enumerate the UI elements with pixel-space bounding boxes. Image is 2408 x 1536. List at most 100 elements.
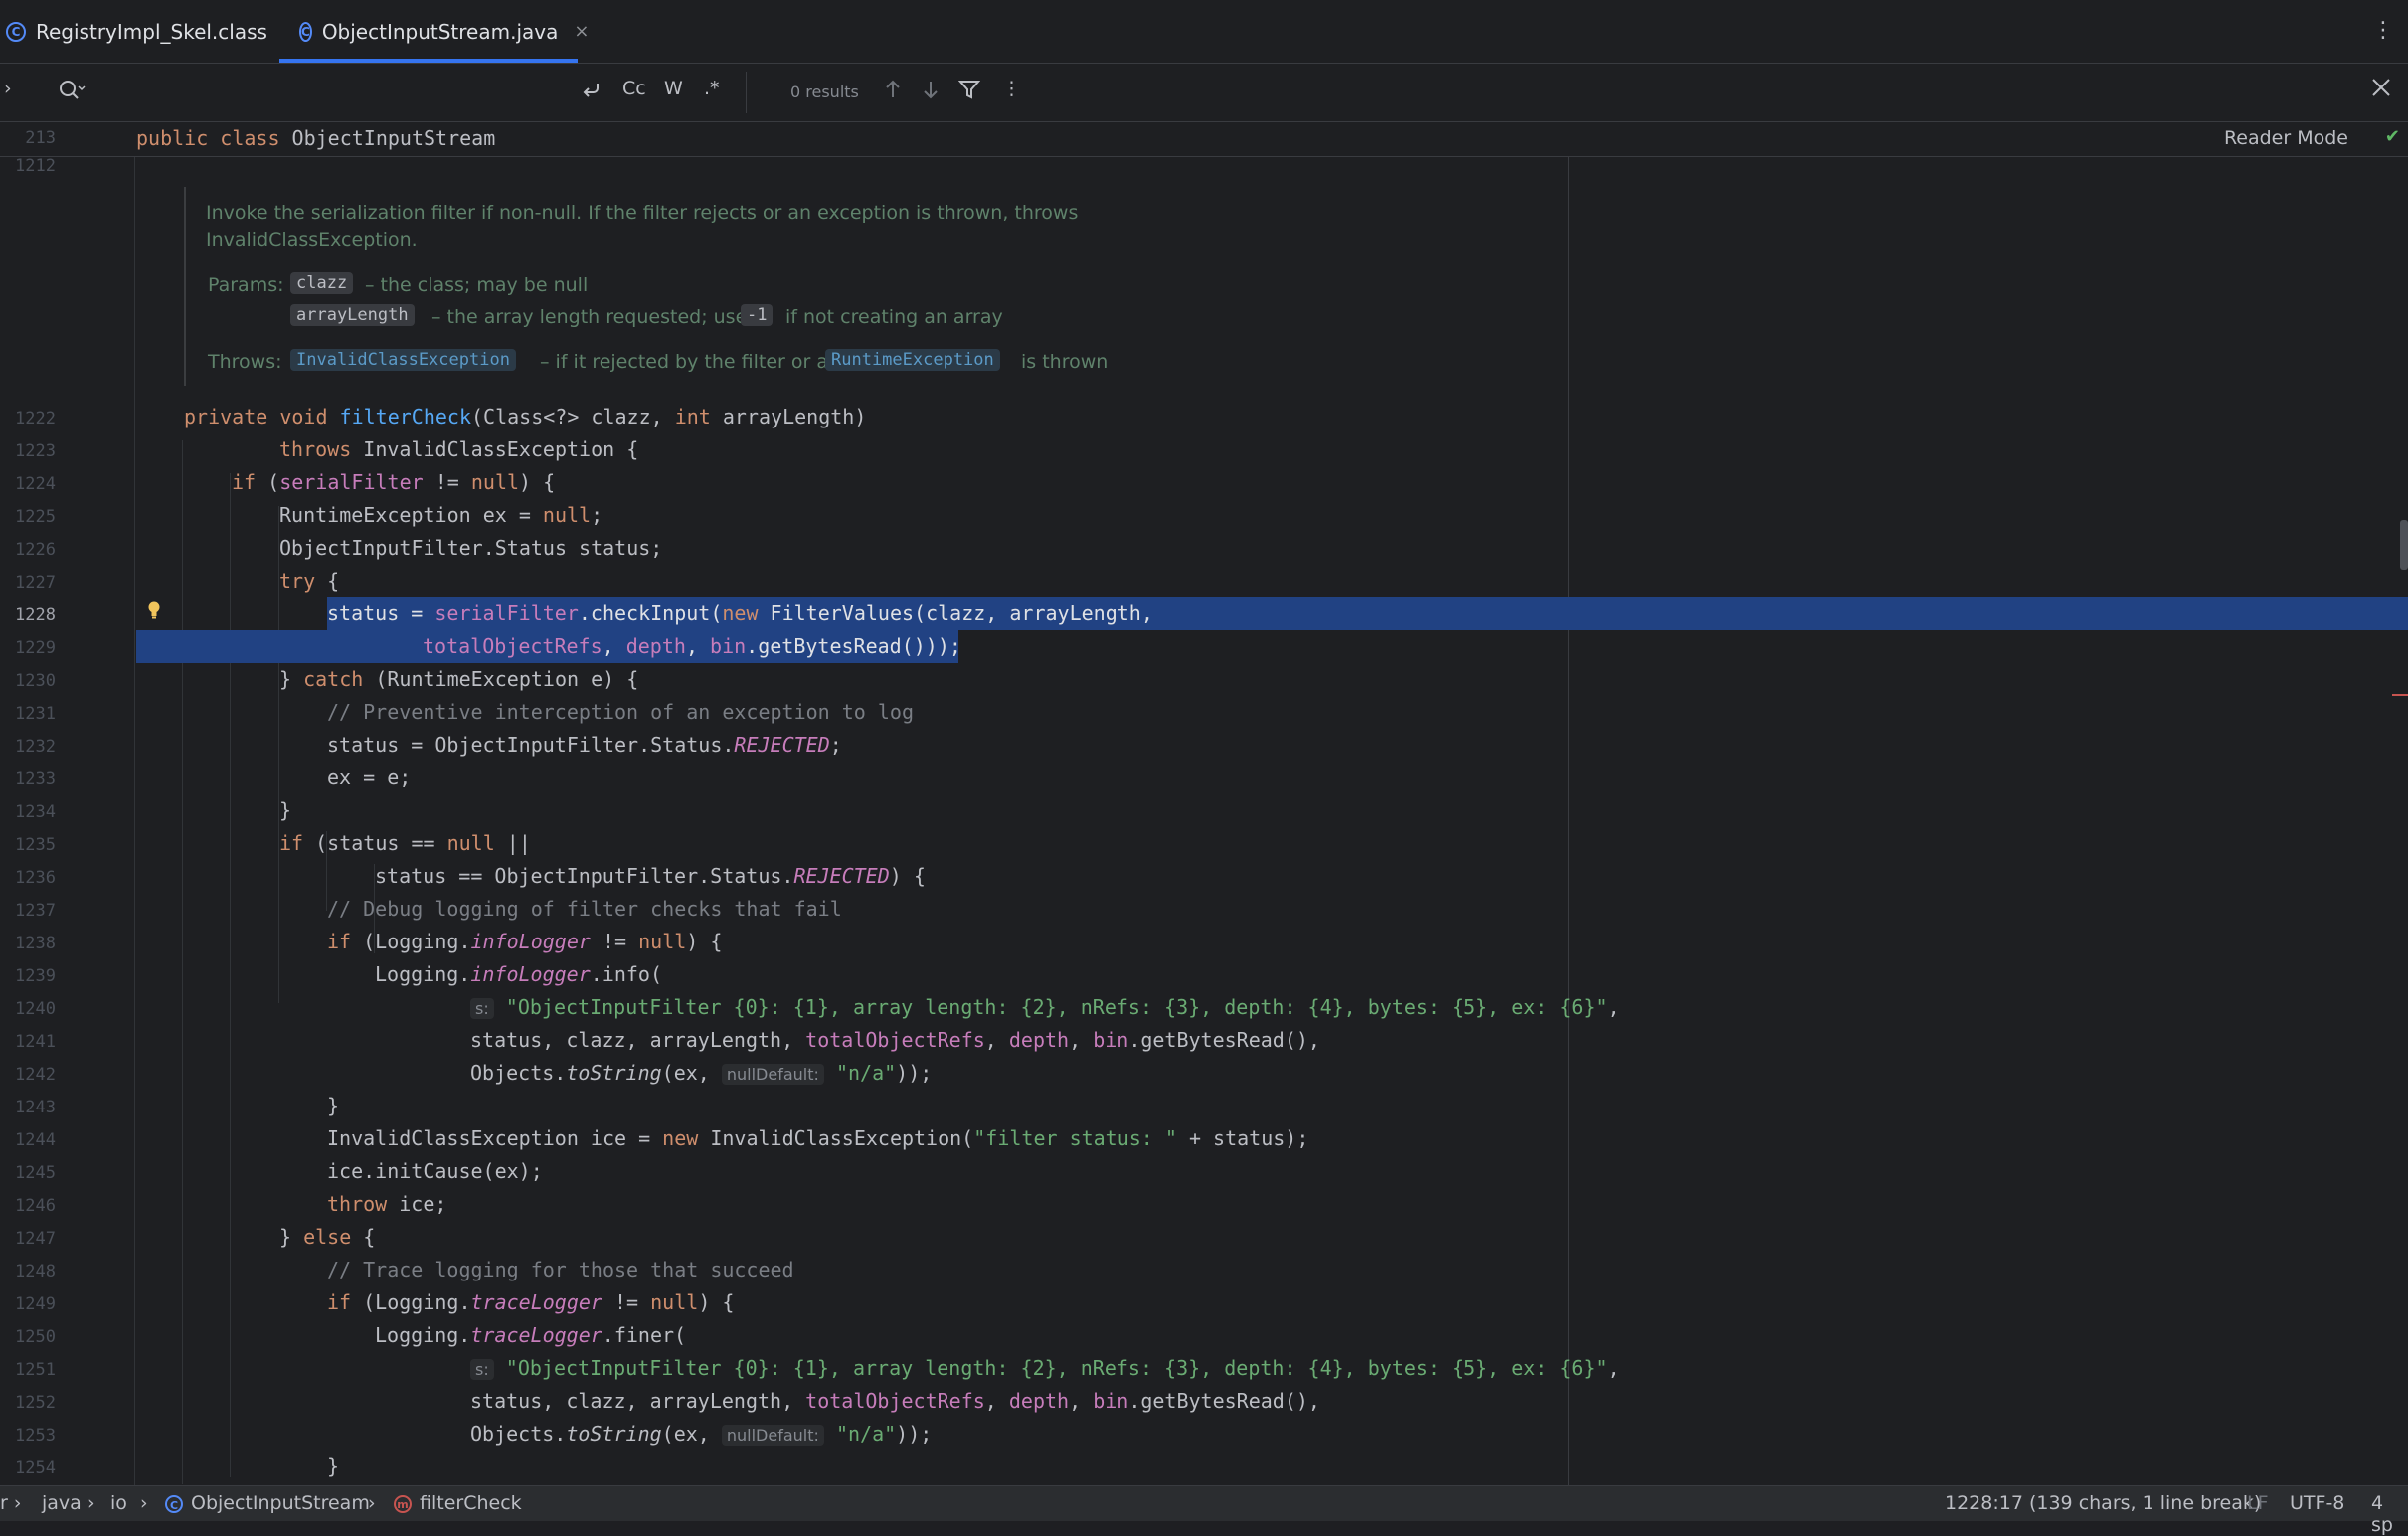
line-number[interactable]: 1254 xyxy=(0,1458,56,1478)
doc-param-name: clazz xyxy=(290,272,354,294)
indent-setting[interactable]: 4 sp xyxy=(2371,1492,2408,1536)
line-number[interactable]: 1239 xyxy=(0,966,56,986)
match-case-toggle[interactable]: Cc xyxy=(622,78,646,99)
breadcrumb-java[interactable]: java xyxy=(42,1492,82,1514)
line-number[interactable]: 1234 xyxy=(0,802,56,822)
tab-objectinputstream[interactable]: C ObjectInputStream.java × xyxy=(279,0,589,63)
code-line: if (status == null || xyxy=(279,831,531,855)
line-number[interactable]: 1236 xyxy=(0,868,56,888)
code-line: Logging.traceLogger.finer( xyxy=(375,1323,687,1347)
next-occurrence-icon[interactable] xyxy=(921,78,941,106)
line-number[interactable]: 1224 xyxy=(0,474,56,494)
code-editor[interactable]: 213 public class ObjectInputStream Reade… xyxy=(0,122,2408,1486)
line-number[interactable]: 1235 xyxy=(0,835,56,855)
lightbulb-icon[interactable] xyxy=(147,601,161,619)
line-number[interactable]: 1248 xyxy=(0,1262,56,1281)
sticky-header[interactable]: 213 public class ObjectInputStream Reade… xyxy=(0,122,2408,157)
line-number[interactable]: 1225 xyxy=(0,507,56,527)
sticky-code: public class ObjectInputStream xyxy=(136,122,495,155)
code-line: Objects.toString(ex, nullDefault: "n/a")… xyxy=(470,1061,933,1085)
param-hint: nullDefault: xyxy=(721,1425,824,1446)
code-line: status == ObjectInputFilter.Status.REJEC… xyxy=(375,864,926,888)
class-icon: C xyxy=(299,21,312,42)
class-name: ObjectInputStream xyxy=(291,126,496,150)
line-number[interactable]: 1231 xyxy=(0,704,56,724)
code-line: } xyxy=(327,1094,340,1117)
doc-link[interactable]: InvalidClassException xyxy=(290,349,516,371)
expand-icon[interactable]: › xyxy=(4,78,12,99)
keyword: public class xyxy=(136,126,292,150)
line-number[interactable]: 1241 xyxy=(0,1032,56,1052)
scrollbar-thumb[interactable] xyxy=(2400,520,2408,570)
code-line: // Trace logging for those that succeed xyxy=(327,1258,794,1281)
caret-position[interactable]: 1228:17 (139 chars, 1 line break) xyxy=(1945,1492,2261,1514)
code-line: } else { xyxy=(279,1225,376,1249)
doc-param-desc: if not creating an array xyxy=(785,306,1003,328)
code-line: throw ice; xyxy=(327,1192,447,1216)
indent-guide xyxy=(134,154,135,1486)
line-number[interactable]: 1244 xyxy=(0,1130,56,1150)
code-line: ice.initCause(ex); xyxy=(327,1159,543,1183)
code-line: throws InvalidClassException { xyxy=(279,437,639,461)
breadcrumb-io[interactable]: io xyxy=(110,1492,127,1514)
search-icon[interactable] xyxy=(58,79,86,107)
param-hint: s: xyxy=(470,1359,494,1380)
breadcrumb-class[interactable]: C ObjectInputStream xyxy=(165,1492,370,1514)
line-number[interactable]: 1253 xyxy=(0,1426,56,1446)
code-line: } catch (RuntimeException e) { xyxy=(279,667,639,691)
more-tabs-icon[interactable]: ⋮ xyxy=(2372,18,2394,43)
code-line: status = ObjectInputFilter.Status.REJECT… xyxy=(327,733,842,757)
line-number[interactable]: 1243 xyxy=(0,1098,56,1117)
error-stripe-mark[interactable] xyxy=(2392,694,2408,696)
code-line: // Preventive interception of an excepti… xyxy=(327,700,915,724)
breadcrumb-method[interactable]: m filterCheck xyxy=(394,1492,522,1514)
previous-occurrence-icon[interactable] xyxy=(883,78,903,106)
line-number[interactable]: 1228 xyxy=(0,605,56,625)
line-number[interactable]: 1251 xyxy=(0,1360,56,1380)
tab-label: ObjectInputStream.java xyxy=(321,19,559,44)
class-file-icon: C xyxy=(6,21,26,42)
line-number[interactable]: 1227 xyxy=(0,573,56,593)
line-number[interactable]: 1237 xyxy=(0,901,56,921)
close-tab-icon[interactable]: × xyxy=(574,21,589,42)
code-line: // Debug logging of filter checks that f… xyxy=(327,897,842,921)
line-number[interactable]: 1222 xyxy=(0,409,56,428)
code-line: private void filterCheck(Class<?> clazz,… xyxy=(184,405,867,428)
line-number[interactable]: 1233 xyxy=(0,769,56,789)
line-number[interactable]: 1250 xyxy=(0,1327,56,1347)
line-number[interactable]: 1242 xyxy=(0,1065,56,1085)
line-number[interactable]: 1245 xyxy=(0,1163,56,1183)
reader-mode-button[interactable]: Reader Mode xyxy=(2224,127,2348,149)
close-find-icon[interactable] xyxy=(2369,76,2393,104)
breadcrumb-label: ObjectInputStream xyxy=(191,1492,370,1514)
code-line: if (serialFilter != null) { xyxy=(232,470,556,494)
line-number[interactable]: 1238 xyxy=(0,934,56,953)
line-number[interactable]: 1247 xyxy=(0,1229,56,1249)
line-number[interactable]: 1229 xyxy=(0,638,56,658)
param-hint: s: xyxy=(470,998,494,1019)
class-icon: C xyxy=(165,1494,183,1513)
param-hint: nullDefault: xyxy=(721,1064,824,1085)
line-number[interactable]: 1232 xyxy=(0,737,56,757)
line-number[interactable]: 1252 xyxy=(0,1393,56,1413)
regex-toggle[interactable]: .* xyxy=(704,78,720,99)
doc-link[interactable]: RuntimeException xyxy=(825,349,1000,371)
line-number[interactable]: 1226 xyxy=(0,540,56,560)
search-results-count: 0 results xyxy=(790,83,859,101)
line-number[interactable]: 1249 xyxy=(0,1294,56,1314)
whole-words-toggle[interactable]: W xyxy=(664,78,683,99)
line-number[interactable]: 1240 xyxy=(0,999,56,1019)
more-options-icon[interactable]: ⋮ xyxy=(1002,78,1021,99)
filter-icon[interactable] xyxy=(957,78,981,106)
line-number[interactable]: 1246 xyxy=(0,1196,56,1216)
match-newline-icon[interactable] xyxy=(579,78,602,106)
doc-param-desc: – the array length requested; use xyxy=(431,306,748,328)
breadcrumb-separator: › xyxy=(140,1492,148,1514)
line-separator[interactable]: LF xyxy=(2247,1492,2269,1514)
line-number[interactable]: 1230 xyxy=(0,671,56,691)
breadcrumb-label: filterCheck xyxy=(420,1492,522,1514)
line-number[interactable]: 1223 xyxy=(0,441,56,461)
doc-text: Invoke the serialization filter if non-n… xyxy=(206,202,1079,224)
file-encoding[interactable]: UTF-8 xyxy=(2290,1492,2344,1514)
tab-registryimpl-skel[interactable]: C RegistryImpl_Skel.class xyxy=(6,0,274,63)
